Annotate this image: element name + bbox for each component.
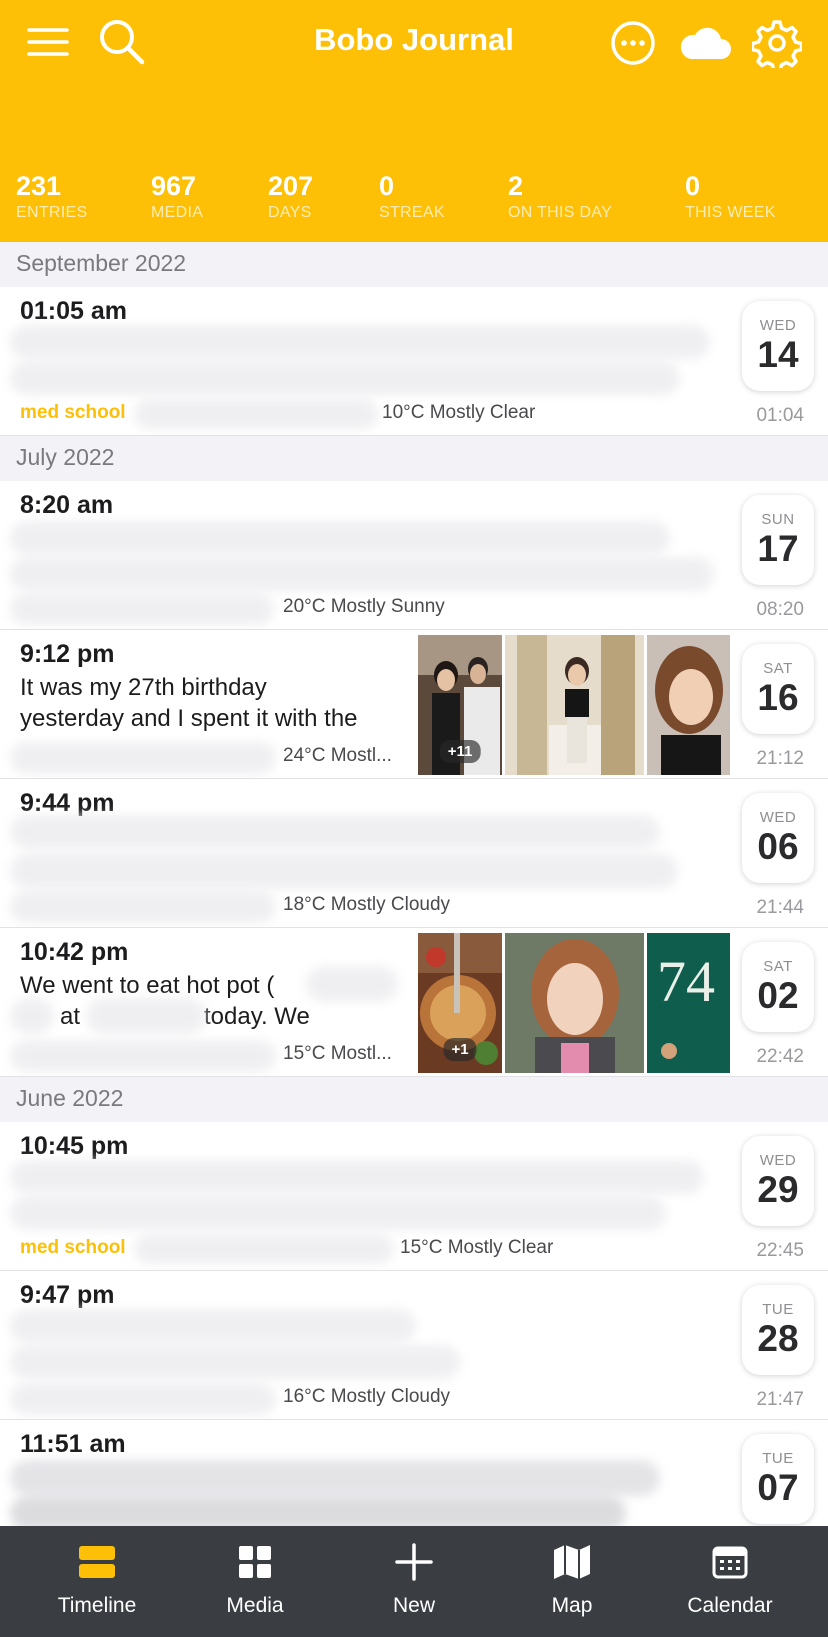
journal-entry[interactable]: 9:47 pm 16°C Mostly Cloudy TUE 28 21:47 xyxy=(0,1271,828,1420)
gear-icon[interactable] xyxy=(750,18,804,73)
stat-entries[interactable]: 231 ENTRIES xyxy=(16,170,87,224)
entry-time: 11:51 am xyxy=(20,1430,126,1458)
entry-weather: 16°C Mostly Cloudy xyxy=(283,1386,451,1407)
redacted-text xyxy=(10,815,660,849)
entry-time: 8:20 am xyxy=(20,491,114,519)
redacted-text xyxy=(10,361,680,395)
tab-map[interactable]: Map xyxy=(492,1540,652,1618)
redacted-text xyxy=(306,966,398,1002)
calendar-icon xyxy=(650,1540,810,1584)
redacted-text xyxy=(134,399,378,429)
redacted-text xyxy=(10,325,710,359)
entry-time: 01:05 am xyxy=(20,297,128,325)
entry-weather: 15°C Mostly Clear xyxy=(400,1237,554,1258)
entry-tag[interactable]: med school xyxy=(20,1237,126,1259)
journal-entry[interactable]: 10:42 pm We went to eat hot pot ( at toda… xyxy=(0,928,828,1077)
tab-calendar[interactable]: Calendar xyxy=(650,1540,810,1618)
date-badge: SUN 17 xyxy=(742,495,814,585)
entry-weather: 10°C Mostly Clear xyxy=(382,402,536,423)
stat-streak[interactable]: 0 STREAK xyxy=(379,170,445,224)
entry-clock: 22:42 xyxy=(756,1046,804,1067)
redacted-text xyxy=(10,1383,276,1415)
date-badge: TUE 28 xyxy=(742,1285,814,1375)
entry-clock: 21:44 xyxy=(756,897,804,918)
redacted-text xyxy=(10,1460,660,1496)
redacted-text xyxy=(134,1234,394,1264)
entry-weather: 15°C Mostl... xyxy=(283,1043,392,1064)
entry-time: 9:47 pm xyxy=(20,1281,115,1309)
redacted-text xyxy=(10,593,274,625)
entry-weather: 24°C Mostl... xyxy=(283,745,392,766)
redacted-text xyxy=(10,1196,666,1230)
entry-photo[interactable] xyxy=(505,635,644,775)
entry-time: 9:44 pm xyxy=(20,789,115,817)
journal-entry[interactable]: 8:20 am 20°C Mostly Sunny SUN 17 08:20 xyxy=(0,481,828,630)
journal-entry[interactable]: 01:05 am med school 10°C Mostly Clear WE… xyxy=(0,287,828,436)
grid-icon xyxy=(175,1540,335,1584)
redacted-text xyxy=(10,1160,704,1194)
entry-time: 10:45 pm xyxy=(20,1132,129,1160)
map-icon xyxy=(492,1540,652,1584)
entry-time: 10:42 pm xyxy=(20,938,129,966)
journal-entry[interactable]: 9:44 pm 18°C Mostly Cloudy WED 06 21:44 xyxy=(0,779,828,928)
date-badge: SAT 02 xyxy=(742,942,814,1032)
tab-timeline[interactable]: Timeline xyxy=(17,1540,177,1618)
date-badge: TUE 07 xyxy=(742,1434,814,1524)
redacted-text xyxy=(10,1040,276,1072)
more-photos-badge: +1 xyxy=(443,1038,477,1061)
stat-days[interactable]: 207 DAYS xyxy=(268,170,313,224)
entry-clock: 21:12 xyxy=(756,748,804,769)
entry-weather: 18°C Mostly Cloudy xyxy=(283,894,451,915)
date-badge: SAT 16 xyxy=(742,644,814,734)
redacted-text xyxy=(10,853,678,889)
entry-photo[interactable]: +1 xyxy=(418,933,502,1073)
entry-tag[interactable]: med school xyxy=(20,402,126,424)
date-badge: WED 29 xyxy=(742,1136,814,1226)
tab-media[interactable]: Media xyxy=(175,1540,335,1618)
redacted-text xyxy=(10,557,714,591)
entry-clock: 22:45 xyxy=(756,1240,804,1261)
redacted-text xyxy=(10,1309,416,1343)
entry-photo[interactable]: 74 xyxy=(647,933,730,1073)
date-badge: WED 06 xyxy=(742,793,814,883)
entry-clock: 01:04 xyxy=(756,405,804,426)
stat-media[interactable]: 967 MEDIA xyxy=(151,170,203,224)
cloud-icon[interactable] xyxy=(678,22,732,67)
plus-icon xyxy=(334,1540,494,1584)
date-badge: WED 14 xyxy=(742,301,814,391)
redacted-text xyxy=(10,1496,626,1526)
entry-photo[interactable] xyxy=(505,933,644,1073)
section-header: June 2022 xyxy=(0,1077,828,1122)
entry-text: It was my 27th birthday yesterday and I s… xyxy=(20,674,358,732)
section-header: July 2022 xyxy=(0,436,828,481)
stat-this-week[interactable]: 0 THIS WEEK xyxy=(685,170,776,224)
app-header: Bobo Journal 231 ENTRIES 967 MEDIA 207 DAYS… xyxy=(0,0,828,242)
journal-entry[interactable]: 9:12 pm It was my 27th birthday yesterday… xyxy=(0,630,828,779)
tab-new[interactable]: New xyxy=(334,1540,494,1618)
stat-on-this-day[interactable]: 2 ON THIS DAY xyxy=(508,170,612,224)
svg-text:74: 74 xyxy=(657,949,715,1014)
entry-weather: 20°C Mostly Sunny xyxy=(283,596,445,617)
journal-entry[interactable]: 10:45 pm med school 15°C Mostly Clear WE… xyxy=(0,1122,828,1271)
more-icon[interactable] xyxy=(610,20,656,71)
entry-clock: 21:47 xyxy=(756,1389,804,1410)
tab-bar: Timeline Media New Map Calendar xyxy=(0,1526,828,1637)
redacted-text xyxy=(10,998,54,1034)
redacted-text xyxy=(10,521,670,555)
redacted-text xyxy=(10,1345,460,1379)
more-photos-badge: +11 xyxy=(439,740,481,763)
timeline-icon xyxy=(17,1540,177,1584)
redacted-text xyxy=(86,998,206,1034)
section-header: September 2022 xyxy=(0,242,828,287)
redacted-text xyxy=(10,891,276,923)
journal-entry[interactable]: 11:51 am TUE 07 xyxy=(0,1420,828,1526)
entry-photo[interactable]: +11 xyxy=(418,635,502,775)
entry-time: 9:12 pm xyxy=(20,640,115,668)
entry-photo[interactable] xyxy=(647,635,730,775)
redacted-text xyxy=(10,742,276,774)
entry-clock: 08:20 xyxy=(756,599,804,620)
